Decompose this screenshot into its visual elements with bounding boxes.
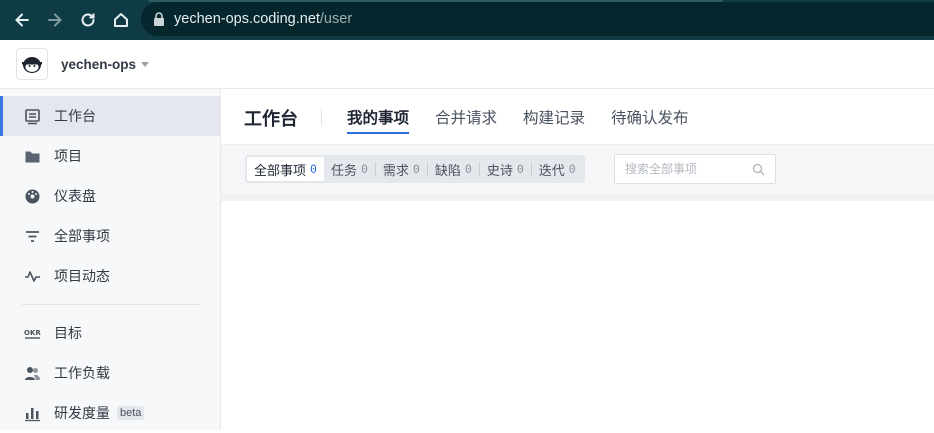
filter-icon [24, 228, 41, 245]
page-title: 工作台 [244, 109, 298, 130]
sidebar-item-all-issues[interactable]: 全部事项 [0, 216, 220, 256]
lock-icon [154, 12, 164, 26]
folder-icon [24, 148, 41, 165]
reload-icon [81, 13, 95, 27]
filter-label: 需求 [382, 163, 409, 179]
filter-requirements[interactable]: 需求 0 [376, 157, 427, 181]
activity-icon [24, 268, 41, 285]
tab-my-issues[interactable]: 我的事项 [347, 106, 410, 134]
filter-label: 迭代 [538, 163, 565, 179]
mascot-icon [22, 57, 42, 73]
sidebar-item-okr[interactable]: OKR 目标 [0, 313, 220, 353]
filter-bar-shadow [221, 194, 934, 201]
back-button[interactable] [11, 9, 33, 31]
team-logo[interactable] [16, 48, 48, 80]
sidebar-divider [22, 304, 200, 305]
filter-count: 0 [412, 162, 420, 176]
bar-chart-icon [24, 405, 41, 422]
home-icon [114, 13, 128, 27]
sidebar-item-workload[interactable]: 工作负载 [0, 353, 220, 393]
sidebar-item-activity[interactable]: 项目动态 [0, 256, 220, 296]
filter-label: 史诗 [486, 163, 513, 179]
sidebar-item-dashboard[interactable]: 仪表盘 [0, 176, 220, 216]
reload-button[interactable] [77, 9, 99, 31]
sidebar-item-label: 仪表盘 [54, 189, 96, 205]
issue-type-filter: 全部事项 0 任务 0 需求 0 缺陷 0 史诗 0 迭代 0 [245, 155, 585, 183]
dashboard-icon [24, 188, 41, 205]
team-dropdown-caret-icon[interactable] [141, 61, 150, 67]
forward-icon [48, 13, 62, 27]
search-input[interactable] [625, 162, 750, 176]
sidebar-item-label: 项目 [54, 149, 82, 165]
filter-label: 任务 [330, 163, 357, 179]
filter-count: 0 [516, 162, 524, 176]
sidebar: 工作台 项目 仪表盘 全部事项 项目动态 OKR 目标 工作负载 研发度量 be… [0, 89, 221, 430]
filter-all-issues[interactable]: 全部事项 0 [247, 157, 324, 181]
filter-bar: 全部事项 0 任务 0 需求 0 缺陷 0 史诗 0 迭代 0 [221, 145, 934, 194]
tab-merge-requests[interactable]: 合并请求 [435, 106, 497, 134]
filter-tasks[interactable]: 任务 0 [324, 157, 375, 181]
forward-button[interactable] [44, 9, 66, 31]
sidebar-item-metrics[interactable]: 研发度量 beta [0, 393, 220, 433]
sidebar-item-label: 工作负载 [54, 366, 110, 382]
filter-count: 0 [360, 162, 368, 176]
browser-toolbar: yechen-ops.coding.net/user [0, 0, 934, 40]
sidebar-item-workbench[interactable]: 工作台 [0, 96, 220, 136]
sidebar-item-label: 目标 [54, 326, 82, 342]
okr-icon: OKR [24, 325, 41, 342]
filter-count: 0 [310, 162, 317, 176]
main-header: 工作台 我的事项 合并请求 构建记录 待确认发布 [221, 89, 934, 145]
users-icon [24, 365, 41, 382]
url-host: yechen-ops.coding.net [174, 11, 320, 27]
sidebar-item-label: 项目动态 [54, 269, 110, 285]
url-path: /user [319, 11, 353, 27]
tab-pending-releases[interactable]: 待确认发布 [611, 106, 689, 134]
filter-epics[interactable]: 史诗 0 [480, 157, 531, 181]
filter-count: 0 [568, 162, 576, 176]
back-icon [15, 13, 29, 27]
svg-text:OKR: OKR [24, 329, 41, 337]
sidebar-item-projects[interactable]: 项目 [0, 136, 220, 176]
home-button[interactable] [110, 9, 132, 31]
address-bar[interactable]: yechen-ops.coding.net/user [141, 2, 934, 36]
filter-label: 全部事项 [254, 163, 307, 179]
sidebar-item-label: 研发度量 [54, 406, 110, 422]
issue-search[interactable] [614, 154, 776, 184]
workbench-icon [24, 108, 41, 125]
app-header: yechen-ops [0, 40, 934, 89]
filter-iterations[interactable]: 迭代 0 [532, 157, 583, 181]
sidebar-item-label: 工作台 [54, 109, 96, 125]
tab-build-records[interactable]: 构建记录 [523, 106, 585, 134]
title-divider [321, 109, 322, 125]
sidebar-item-label: 全部事项 [54, 229, 110, 245]
filter-defects[interactable]: 缺陷 0 [428, 157, 479, 181]
filter-label: 缺陷 [434, 163, 461, 179]
beta-badge: beta [117, 406, 145, 420]
filter-count: 0 [464, 162, 472, 176]
search-icon [752, 163, 765, 176]
team-name[interactable]: yechen-ops [61, 57, 136, 72]
